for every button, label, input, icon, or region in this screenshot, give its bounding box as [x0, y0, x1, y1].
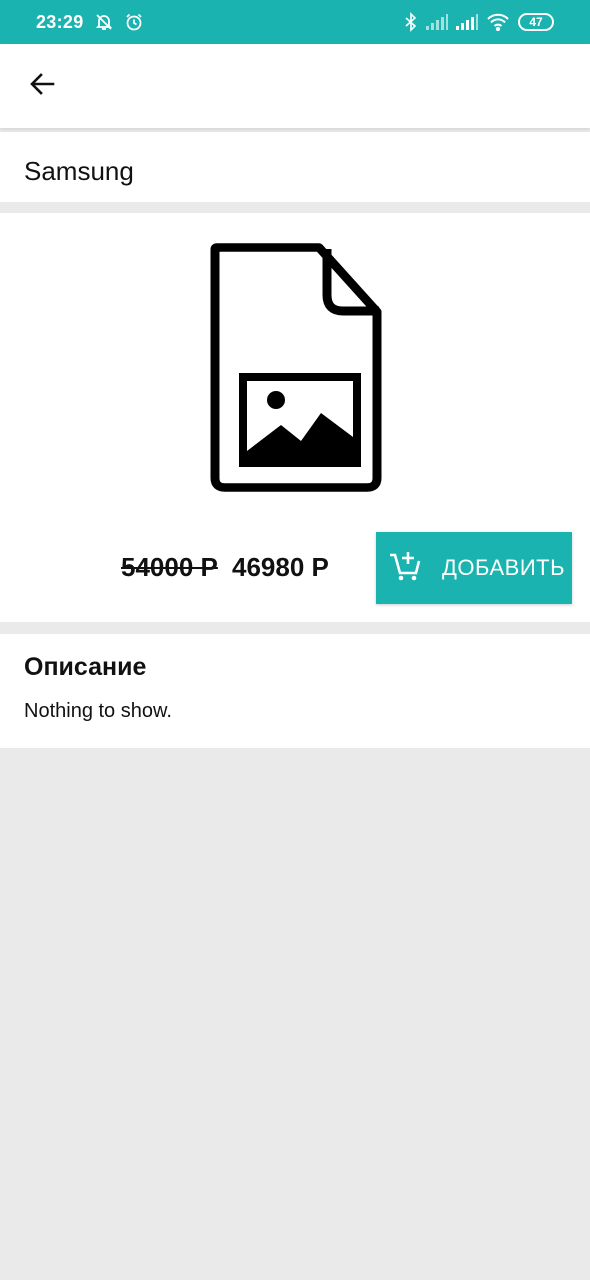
old-price: 54000 Р: [121, 552, 218, 582]
back-button[interactable]: [22, 66, 62, 106]
signal-icon-1: [426, 14, 448, 30]
add-to-cart-button[interactable]: ДОБАВИТЬ: [376, 532, 572, 604]
bell-off-icon: [94, 12, 114, 32]
status-right: 47: [404, 12, 554, 32]
status-bar: 23:29 47: [0, 0, 590, 44]
alarm-icon: [124, 12, 144, 32]
description-text: Nothing to show.: [24, 700, 172, 722]
description-section: Описание Nothing to show.: [0, 634, 590, 748]
signal-icon-2: [456, 14, 478, 30]
price-row: 54000 Р 46980 Р ДОБАВИТЬ: [0, 532, 590, 604]
image-file-placeholder-icon: [205, 237, 395, 499]
product-card: 54000 Р 46980 Р ДОБАВИТЬ: [0, 213, 590, 622]
battery-indicator: 47: [518, 13, 554, 31]
product-title: Samsung: [24, 156, 134, 186]
status-left: 23:29: [36, 12, 144, 33]
app-bar: [0, 44, 590, 128]
bluetooth-icon: [404, 12, 418, 32]
add-button-label: ДОБАВИТЬ: [442, 555, 566, 580]
title-section: Samsung: [0, 132, 590, 202]
description-heading: Описание: [24, 653, 147, 681]
arrow-back-icon: [28, 70, 56, 103]
new-price: 46980 Р: [232, 552, 329, 582]
add-to-cart-icon: [388, 549, 422, 588]
status-time: 23:29: [36, 11, 84, 32]
wifi-icon: [486, 13, 510, 31]
